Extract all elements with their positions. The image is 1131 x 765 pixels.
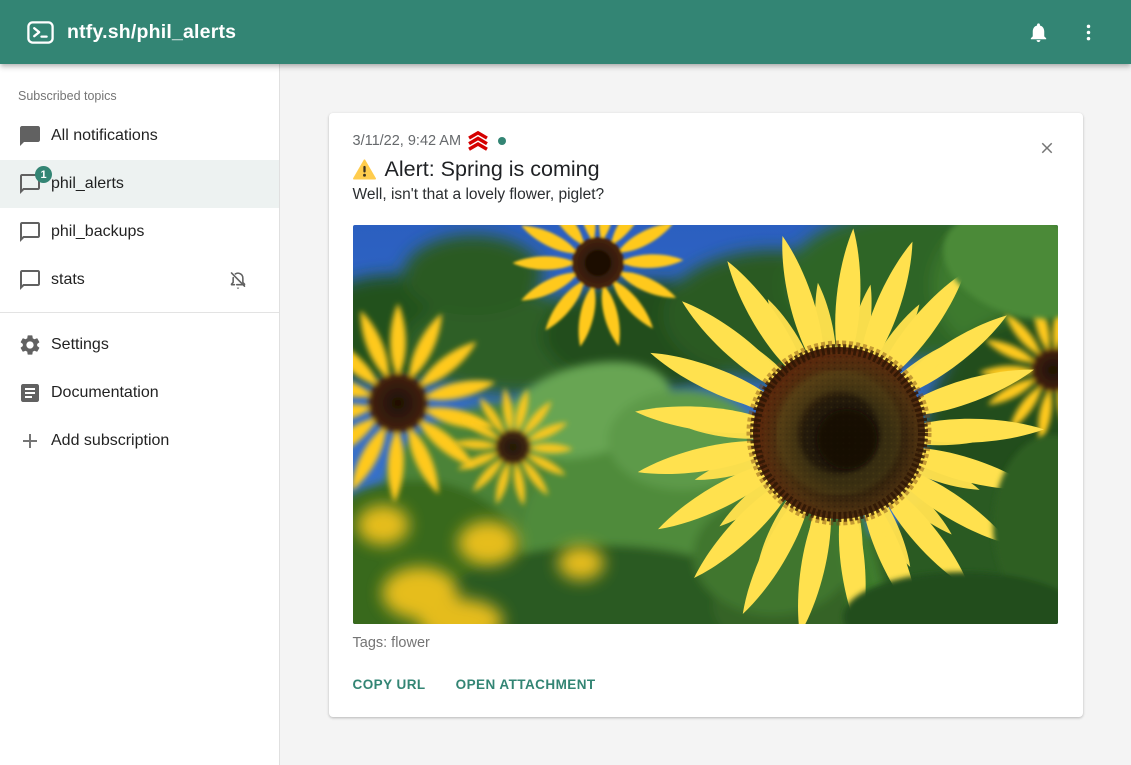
overflow-menu-button[interactable] [1067, 11, 1109, 53]
unread-dot-icon [498, 137, 506, 145]
sidebar-item-label: phil_backups [51, 223, 144, 241]
subscribed-topics-label: Subscribed topics [0, 64, 279, 112]
sidebar-item-phil-backups[interactable]: phil_backups [0, 208, 279, 256]
plus-icon [18, 429, 42, 453]
sidebar-item-label: Documentation [51, 384, 159, 402]
chat-bubble-outline-icon [18, 268, 42, 292]
ntfy-terminal-logo-icon [27, 21, 54, 44]
sidebar-item-label: All notifications [51, 127, 158, 145]
unread-count-badge: 1 [35, 166, 52, 183]
bell-icon [1027, 21, 1050, 44]
app-title: ntfy.sh/phil_alerts [67, 21, 236, 44]
sidebar-item-add-subscription[interactable]: Add subscription [0, 417, 279, 465]
notification-actions: COPY URL OPEN ATTACHMENT [353, 672, 1059, 697]
notification-title: Alert: Spring is coming [385, 157, 600, 182]
notification-message: Well, isn't that a lovely flower, piglet… [353, 186, 1059, 204]
close-icon [1038, 139, 1056, 157]
copy-url-button[interactable]: COPY URL [353, 672, 426, 697]
sidebar-divider [0, 312, 279, 313]
sidebar-item-documentation[interactable]: Documentation [0, 369, 279, 417]
chat-bubble-outline-icon [18, 220, 42, 244]
sidebar-item-stats[interactable]: stats [0, 256, 279, 304]
notification-card: 3/11/22, 9:42 AM Alert: Spring is coming… [329, 113, 1083, 717]
attachment-image[interactable] [353, 225, 1058, 624]
notification-title-row: Alert: Spring is coming [353, 157, 1059, 182]
sidebar-item-phil-alerts[interactable]: 1 phil_alerts [0, 160, 279, 208]
warning-icon [353, 159, 376, 180]
article-icon [18, 381, 42, 405]
open-attachment-button[interactable]: OPEN ATTACHMENT [456, 672, 596, 697]
gear-icon [18, 333, 42, 357]
chat-bubble-filled-icon [18, 124, 42, 148]
sidebar: Subscribed topics All notifications 1 ph… [0, 64, 280, 765]
sidebar-item-all-notifications[interactable]: All notifications [0, 112, 279, 160]
max-priority-icon [466, 130, 490, 151]
chat-bubble-outline-icon: 1 [18, 172, 42, 196]
notification-meta: 3/11/22, 9:42 AM [353, 130, 1059, 151]
notification-tags: Tags: flower [353, 635, 1059, 651]
notification-timestamp: 3/11/22, 9:42 AM [353, 133, 462, 149]
notifications-bell-button[interactable] [1017, 11, 1059, 53]
main-content: 3/11/22, 9:42 AM Alert: Spring is coming… [280, 64, 1131, 765]
notifications-muted-icon [227, 269, 249, 291]
sidebar-item-label: Add subscription [51, 432, 169, 450]
close-notification-button[interactable] [1036, 137, 1058, 159]
sidebar-item-settings[interactable]: Settings [0, 321, 279, 369]
more-vert-icon [1078, 22, 1099, 43]
sidebar-item-label: stats [51, 271, 85, 289]
sidebar-item-label: phil_alerts [51, 175, 124, 193]
app-bar: ntfy.sh/phil_alerts [0, 0, 1131, 64]
sidebar-item-label: Settings [51, 336, 109, 354]
